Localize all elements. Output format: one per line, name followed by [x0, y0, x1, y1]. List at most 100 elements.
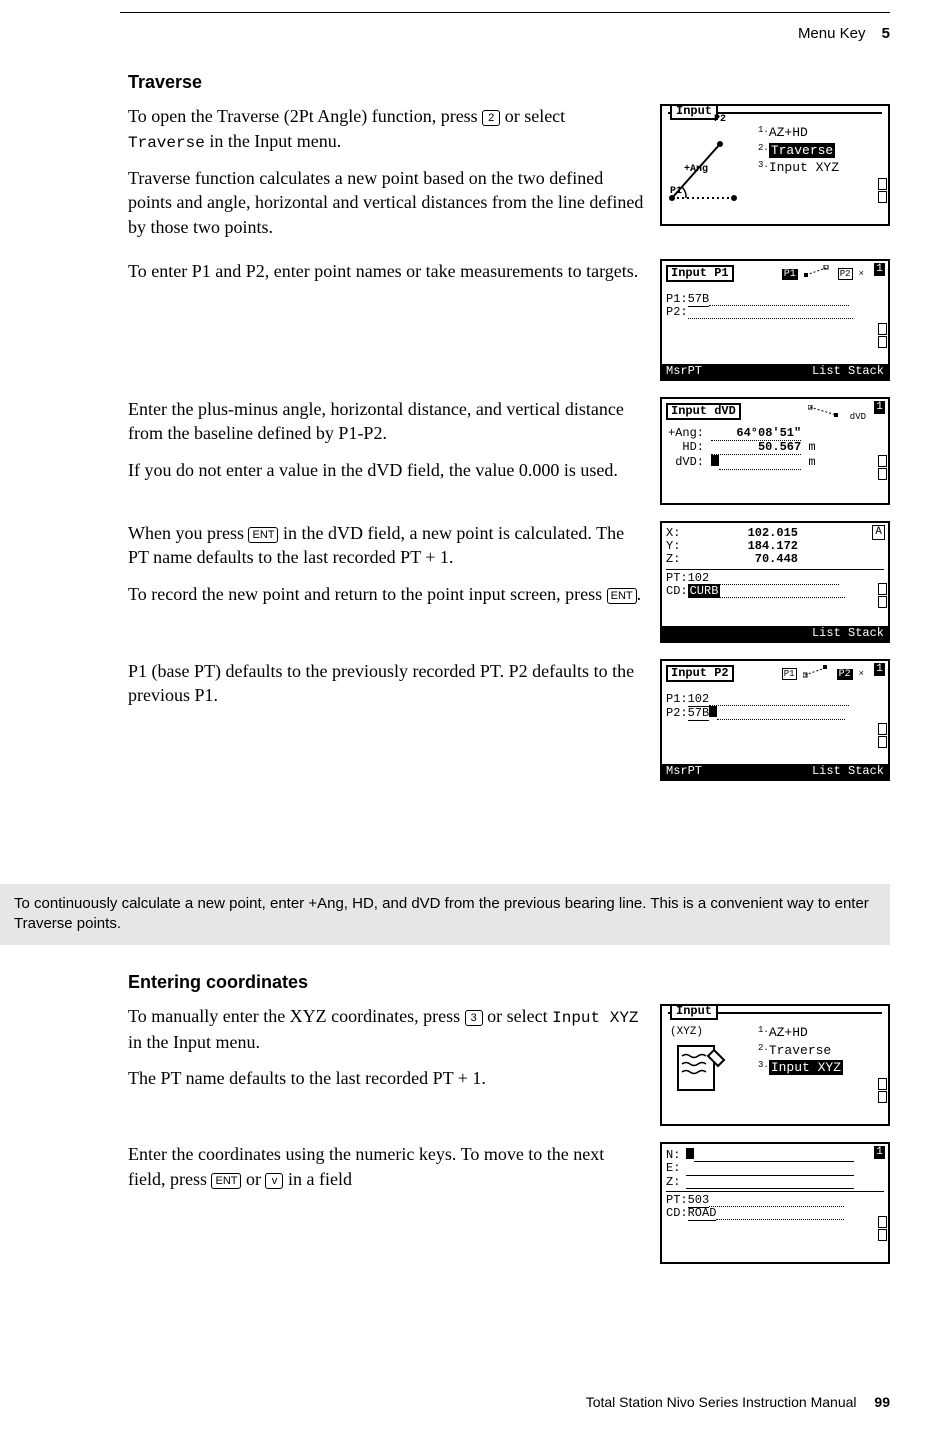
label-z: Z: — [666, 1176, 686, 1189]
field-value-ang: 64°08'51" — [711, 427, 801, 441]
page-indicator-icon: 1 — [874, 401, 885, 414]
diagram-label-p2: P2 — [714, 114, 726, 125]
diagram-label-ang: +Ang — [684, 164, 708, 175]
field-value-p1: 57B — [688, 292, 710, 307]
field-label-p1: P1: — [666, 692, 688, 706]
para-enter-dvd: Enter the plus-minus angle, horizontal d… — [128, 397, 644, 446]
header-rule — [120, 12, 890, 13]
para-record: To record the new point and return to th… — [128, 582, 644, 606]
xyz-tag: (XYZ) — [670, 1026, 703, 1038]
para-pt-default: The PT name defaults to the last recorde… — [128, 1066, 644, 1090]
label-cd: CD: — [666, 1206, 688, 1220]
label-pt: PT: — [666, 1193, 688, 1207]
field-label-p1: P1: — [666, 292, 688, 306]
row-intro: To open the Traverse (2Pt Angle) functio… — [128, 104, 890, 251]
badge-p2: P2 — [837, 669, 853, 680]
row-defaults: P1 (base PT) defaults to the previously … — [128, 659, 890, 789]
cursor-icon — [686, 1148, 694, 1159]
field-label-p2: P2: — [666, 305, 688, 319]
mono-inputxyz: Input XYZ — [552, 1009, 638, 1027]
screen-title: Input — [670, 105, 718, 120]
diagram-label-dvd: dVD — [850, 412, 866, 422]
battery-icon — [878, 1216, 885, 1242]
softkey-list-stack: List Stack — [812, 627, 884, 640]
notepad-icon — [672, 1040, 728, 1096]
screen-input-menu-traverse: Input P1 P2 +Ang 1.AZ+HD 2.Traverse 3.In… — [660, 104, 890, 226]
softkey-msrpt: MsrPT — [666, 765, 702, 778]
screen-title: Input dVD — [666, 403, 741, 420]
screen-result-xyz: A X:102.015 Y:184.172 Z:70.448 PT:102 CD… — [660, 521, 890, 643]
unit-m: m — [808, 440, 815, 454]
key-ent: ENT — [211, 1173, 241, 1189]
field-value-hd: 50.567 — [711, 441, 801, 455]
heading-coordinates: Entering coordinates — [128, 970, 890, 994]
row-dvd: Enter the plus-minus angle, horizontal d… — [128, 397, 890, 513]
page: Menu Key 5 Traverse To open the Traverse… — [0, 0, 930, 1432]
screen-title: Input — [670, 1005, 718, 1020]
badge-p1: P1 — [782, 668, 797, 680]
para-calc: When you press ENT in the dVD field, a n… — [128, 521, 644, 570]
para-coords-entry: Enter the coordinates using the numeric … — [128, 1142, 644, 1191]
badge-p1: P1 — [782, 269, 798, 280]
key-ent: ENT — [248, 527, 278, 543]
header-chapter: 5 — [882, 25, 890, 42]
para-coords-open: To manually enter the XYZ coordinates, p… — [128, 1004, 644, 1054]
softkey-bar: List Stack — [662, 626, 888, 641]
key-3: 3 — [465, 1010, 483, 1026]
softkey-bar: MsrPT List Stack — [662, 364, 888, 379]
p1p2-link-icon — [803, 665, 831, 679]
p1p2-link-icon — [804, 265, 832, 279]
header-section: Menu Key — [798, 25, 866, 42]
key-2: 2 — [482, 110, 500, 126]
field-value-p1: 102 — [688, 692, 710, 707]
diagram-label-p1: P1 — [670, 186, 682, 197]
softkey-list-stack: List Stack — [812, 365, 884, 378]
field-label-dvd: dVD: — [666, 456, 704, 469]
input-menu-list: 1.AZ+HD 2.Traverse 3.Input XYZ — [758, 124, 839, 177]
field-label-hd: HD: — [666, 441, 704, 454]
input-menu-list: 1.AZ+HD 2.Traverse 3.Input XYZ — [758, 1024, 843, 1077]
battery-icon — [878, 455, 885, 481]
label-e: E: — [666, 1162, 686, 1175]
para-open: To open the Traverse (2Pt Angle) functio… — [128, 104, 644, 154]
screen-enter-nez: 1 N: E: Z: PT:503 CD:ROAD — [660, 1142, 890, 1264]
para-desc: Traverse function calculates a new point… — [128, 166, 644, 239]
key-ent: ENT — [607, 588, 637, 604]
cursor-icon — [709, 706, 717, 717]
softkey-bar: MsrPT List Stack — [662, 764, 888, 779]
screen-input-menu-xyz: Input (XYZ) 1.AZ+HD 2.Traverse 3.Input X… — [660, 1004, 890, 1126]
screen-input-p2: Input P2 1 P1 P2 × P1:102 P2:57B MsrPT L… — [660, 659, 890, 781]
screen-input-p1: Input P1 1 P1 P2 × P1:57B P2: MsrPT List… — [660, 259, 890, 381]
page-indicator-icon: 1 — [874, 663, 885, 676]
row-coords-intro: To manually enter the XYZ coordinates, p… — [128, 1004, 890, 1134]
para-defaults: P1 (base PT) defaults to the previously … — [128, 659, 644, 708]
section-coordinates: Entering coordinates To manually enter t… — [128, 970, 890, 1280]
label-cd: CD: — [666, 584, 688, 598]
para-dvd-default: If you do not enter a value in the dVD f… — [128, 458, 644, 482]
screen-title: Input P1 — [666, 265, 734, 282]
dvd-diagram-icon — [808, 405, 844, 419]
softkey-list-stack: List Stack — [812, 765, 884, 778]
page-indicator-icon: 1 — [874, 263, 885, 276]
battery-icon — [878, 1078, 885, 1104]
label-z: Z: — [666, 553, 688, 566]
tip-box: To continuously calculate a new point, e… — [0, 884, 890, 945]
screen-title: Input P2 — [666, 665, 734, 682]
field-label-p2: P2: — [666, 706, 688, 720]
menu-item-traverse: Traverse — [769, 143, 835, 158]
menu-item-traverse: Traverse — [769, 1043, 831, 1058]
value-cd: ROAD — [688, 1206, 717, 1221]
running-header: Menu Key 5 — [798, 24, 890, 44]
battery-icon — [878, 323, 885, 349]
battery-icon — [878, 723, 885, 749]
field-value-p2: 57B — [688, 706, 710, 721]
value-z: 70.448 — [688, 553, 798, 566]
footer-manual: Total Station Nivo Series Instruction Ma… — [586, 1394, 857, 1410]
unit-m: m — [808, 455, 815, 469]
row-result: When you press ENT in the dVD field, a n… — [128, 521, 890, 651]
label-pt: PT: — [666, 571, 688, 585]
mono-traverse: Traverse — [128, 134, 205, 152]
menu-item-azhd: AZ+HD — [769, 1025, 808, 1040]
battery-icon — [878, 583, 885, 609]
running-footer: Total Station Nivo Series Instruction Ma… — [586, 1393, 890, 1412]
